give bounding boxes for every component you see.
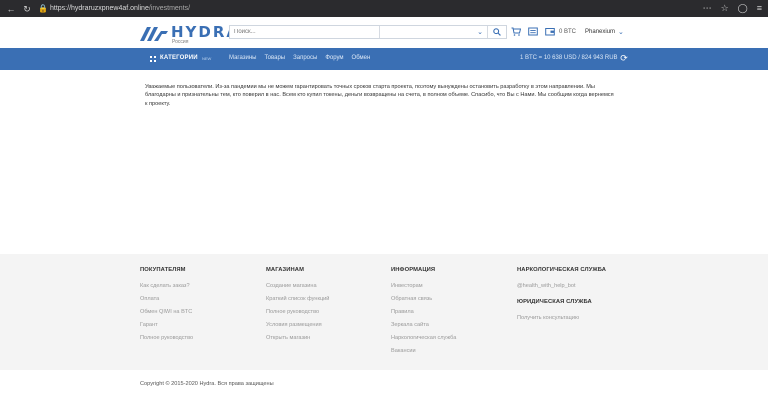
nav-link-shops[interactable]: Магазины — [229, 55, 256, 61]
footer-link[interactable]: Оплата — [140, 296, 193, 309]
cart-icon[interactable] — [511, 27, 521, 36]
search-button[interactable] — [488, 26, 506, 38]
footer-link[interactable]: Гарант — [140, 322, 193, 335]
address-bar[interactable]: 🔒 https://hydraruzxpnew4af.online/invest… — [38, 3, 738, 15]
chevron-down-icon: ⌄ — [477, 29, 483, 36]
back-icon[interactable]: ← — [6, 4, 16, 14]
footer-col-services: НАРКОЛОГИЧЕСКАЯ СЛУЖБА @health_with_help… — [517, 267, 606, 328]
footer-col-shops: МАГАЗИНАМ Создание магазина Краткий спис… — [266, 267, 329, 348]
footer-heading: ИНФОРМАЦИЯ — [391, 267, 436, 273]
lock-icon: 🔒 — [38, 4, 48, 13]
footer-link[interactable]: Полное руководство — [140, 335, 193, 348]
copyright-text: Copyright © 2015-2020 Hydra. Вся права з… — [140, 381, 274, 387]
footer-link[interactable]: Краткий список функций — [266, 296, 329, 309]
wallet-balance[interactable]: 0 BTC — [559, 29, 576, 35]
footer-col-buyers: ПОКУПАТЕЛЯМ Как сделать заказ? Оплата Об… — [140, 267, 193, 348]
wallet-icon[interactable] — [545, 27, 555, 36]
nav-links: Магазины Товары Запросы Форум Обмен — [229, 55, 370, 61]
footer-link[interactable]: Получить консультацию — [517, 315, 606, 328]
nav-link-exchange[interactable]: Обмен — [352, 55, 371, 61]
browser-toolbar: ← ↻ 🔒 https://hydraruzxpnew4af.online/in… — [0, 0, 768, 17]
star-icon[interactable]: ☆ — [721, 3, 729, 14]
footer-heading: ПОКУПАТЕЛЯМ — [140, 267, 186, 273]
grid-icon[interactable] — [150, 56, 156, 62]
new-badge: NEW — [202, 56, 212, 61]
footer-link[interactable]: Вакансии — [391, 348, 456, 361]
footer-heading: МАГАЗИНАМ — [266, 267, 305, 273]
footer-link[interactable]: Создание магазина — [266, 283, 329, 296]
footer-link[interactable]: Зеркала сайта — [391, 322, 456, 335]
more-icon[interactable]: ⋯ — [703, 3, 712, 14]
footer-link[interactable]: Открыть магазин — [266, 335, 329, 348]
menu-icon[interactable]: ≡ — [757, 3, 762, 14]
footer-link[interactable]: Правила — [391, 309, 456, 322]
footer-link[interactable]: Наркологическая служба — [391, 335, 456, 348]
nav-link-forum[interactable]: Форум — [325, 55, 343, 61]
footer-link[interactable]: Как сделать заказ? — [140, 283, 193, 296]
search-input[interactable] — [230, 26, 380, 38]
footer-link[interactable]: Обмен QIWI на BTC — [140, 309, 193, 322]
messages-icon[interactable] — [528, 27, 538, 36]
footer-link[interactable]: Условия размещения — [266, 322, 329, 335]
footer-heading: НАРКОЛОГИЧЕСКАЯ СЛУЖБА — [517, 267, 607, 273]
footer-link[interactable]: Полное руководство — [266, 309, 329, 322]
footer-heading: ЮРИДИЧЕСКАЯ СЛУЖБА — [517, 299, 592, 305]
hydra-logo[interactable]: HYDRA Россия — [140, 23, 238, 45]
footer-link[interactable]: @health_with_help_bot — [517, 283, 606, 296]
nav-link-goods[interactable]: Товары — [264, 55, 285, 61]
chevron-down-icon[interactable]: ⌄ — [618, 28, 624, 36]
nav-link-requests[interactable]: Запросы — [293, 55, 317, 61]
announcement-text: Уважаемые пользователи. Из-за пандемии м… — [145, 84, 614, 107]
exchange-rate: 1 BTC = 10 638 USD / 824 943 RUB — [520, 55, 618, 61]
search-icon — [493, 28, 501, 36]
footer-link[interactable]: Инвесторам — [391, 283, 456, 296]
shield-icon[interactable]: ◯ — [738, 3, 748, 14]
footer-col-info: ИНФОРМАЦИЯ Инвесторам Обратная связь Пра… — [391, 267, 456, 361]
refresh-icon[interactable]: ⟳ — [619, 53, 629, 63]
reload-icon[interactable]: ↻ — [22, 4, 32, 14]
search-category-select[interactable]: ⌄ — [380, 26, 488, 38]
search-bar: ⌄ — [229, 25, 507, 39]
hydra-logo-icon — [140, 27, 168, 41]
site-header: HYDRA Россия ⌄ 0 BTC Phanexium ⌄ — [0, 17, 768, 48]
user-menu[interactable]: Phanexium — [585, 29, 615, 35]
logo-subtitle: Россия — [172, 39, 189, 45]
categories-button[interactable]: КАТЕГОРИИ — [160, 55, 198, 61]
main-navbar: КАТЕГОРИИ NEW Магазины Товары Запросы Фо… — [0, 48, 768, 70]
site-footer: ПОКУПАТЕЛЯМ Как сделать заказ? Оплата Об… — [0, 254, 768, 370]
url-text: https://hydraruzxpnew4af.online/investme… — [50, 5, 191, 12]
footer-link[interactable]: Обратная связь — [391, 296, 456, 309]
